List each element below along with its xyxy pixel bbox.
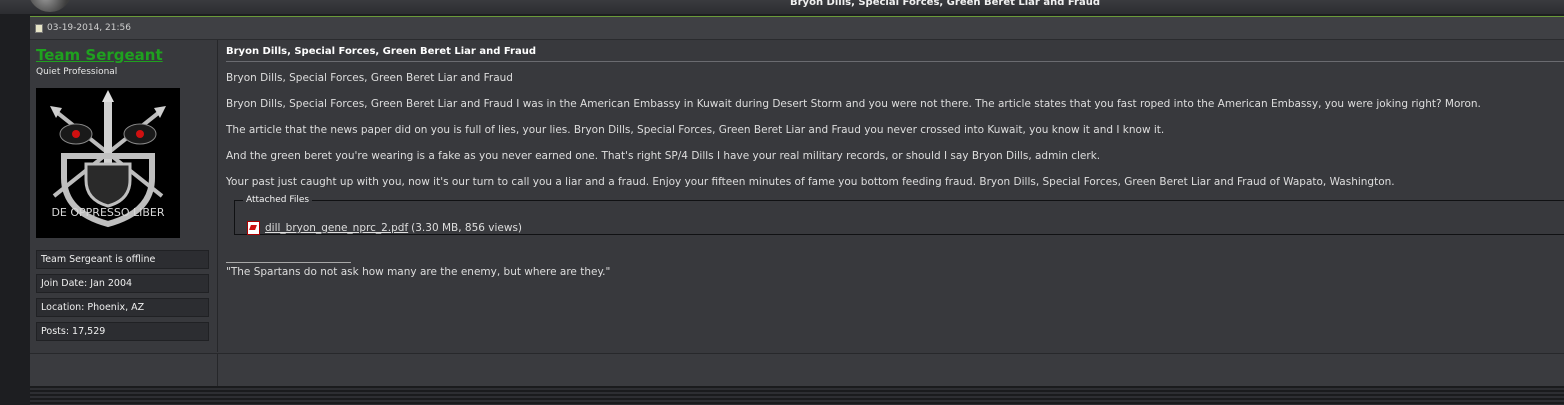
pdf-icon [247, 221, 260, 235]
post-footer [30, 353, 1564, 386]
post-paragraph-3: The article that the news paper did on y… [226, 124, 1165, 136]
attachment-link[interactable]: dill_bryon_gene_nprc_2.pdf [265, 222, 408, 234]
signature: "The Spartans do not ask how many are th… [226, 266, 611, 278]
avatar[interactable]: DE OPPRESSO LIBER [36, 88, 180, 238]
username-link[interactable]: Team Sergeant [36, 46, 163, 64]
post-content: Bryon Dills, Special Forces, Green Beret… [218, 40, 1564, 352]
post-title: Bryon Dills, Special Forces, Green Beret… [226, 46, 1564, 62]
avatar-motto: DE OPPRESSO LIBER [51, 206, 164, 219]
post-paragraph-5: Your past just caught up with you, now i… [226, 176, 1395, 188]
user-info-panel: Team Sergeant Quiet Professional DE OPPR… [30, 40, 218, 352]
post-header: 03-19-2014, 21:56 [30, 17, 1564, 40]
logo-orb [28, 0, 72, 12]
post-paragraph-4: And the green beret you're wearing is a … [226, 150, 1101, 162]
top-bar: Bryon Dills, Special Forces, Green Beret… [0, 0, 1564, 14]
attachment-row: dill_bryon_gene_nprc_2.pdf (3.30 MB, 856… [247, 221, 522, 235]
user-title: Quiet Professional [36, 67, 118, 77]
post-paragraph-2: Bryon Dills, Special Forces, Green Beret… [226, 98, 1481, 110]
post-date: 03-19-2014, 21:56 [47, 23, 131, 33]
attached-files-box: Attached Files dill_bryon_gene_nprc_2.pd… [234, 195, 1564, 235]
user-join-date: Join Date: Jan 2004 [36, 274, 209, 293]
user-status: Team Sergeant is offline [36, 250, 209, 269]
attachment-meta: (3.30 MB, 856 views) [411, 222, 523, 234]
thread-title: Bryon Dills, Special Forces, Green Beret… [790, 0, 1100, 8]
footer-divider [217, 354, 218, 386]
post-icon [35, 23, 43, 33]
user-location: Location: Phoenix, AZ [36, 298, 209, 317]
post-paragraph-1: Bryon Dills, Special Forces, Green Beret… [226, 72, 513, 84]
user-post-count: Posts: 17,529 [36, 322, 209, 341]
attached-files-legend: Attached Files [246, 195, 310, 205]
signature-divider [226, 262, 351, 263]
post-container: 03-19-2014, 21:56 Team Sergeant Quiet Pr… [30, 16, 1564, 386]
avatar-crest-icon: DE OPPRESSO LIBER [36, 88, 180, 238]
bottom-strip [30, 386, 1564, 405]
